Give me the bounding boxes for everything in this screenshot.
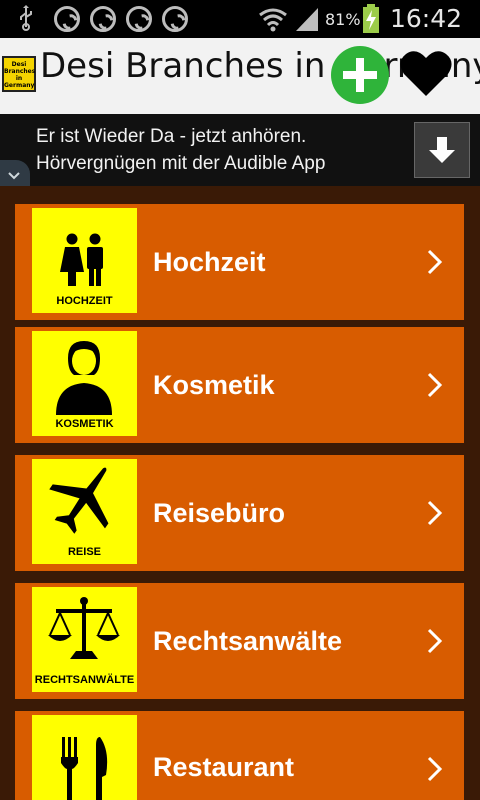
category-item-reisebuero[interactable]: REISE Reisebüro xyxy=(15,455,464,571)
category-tile xyxy=(32,715,137,800)
category-label: Rechtsanwälte xyxy=(153,626,343,656)
signal-icon xyxy=(296,8,318,31)
category-label: Restaurant xyxy=(153,752,295,782)
usb-icon xyxy=(20,5,32,31)
category-tile: KOSMETIK xyxy=(32,331,137,436)
battery-charging-icon xyxy=(363,4,379,33)
add-button[interactable] xyxy=(331,46,389,104)
ad-text-line2: Hörvergnügen mit der Audible App xyxy=(36,153,326,174)
category-tile: REISE xyxy=(32,459,137,564)
ad-collapse-button[interactable] xyxy=(0,160,30,188)
category-item-restaurant[interactable]: Restaurant xyxy=(15,711,464,800)
category-item-hochzeit[interactable]: HOCHZEIT Hochzeit xyxy=(15,204,464,320)
couple-icon xyxy=(60,233,103,286)
shazam-icon xyxy=(90,6,116,32)
category-label: Reisebüro xyxy=(153,498,286,528)
category-tile: HOCHZEIT xyxy=(32,208,137,313)
clock: 16:42 xyxy=(390,4,463,33)
category-label: Hochzeit xyxy=(153,247,266,277)
tile-label: RECHTSANWÄLTE xyxy=(34,674,135,686)
tile-label: HOCHZEIT xyxy=(56,295,113,307)
tile-label: KOSMETIK xyxy=(55,418,114,430)
favorite-button[interactable] xyxy=(400,50,452,98)
chevron-right-icon xyxy=(427,756,443,782)
wifi-icon xyxy=(259,8,287,32)
chevron-right-icon xyxy=(427,249,443,275)
tile-label: REISE xyxy=(67,546,101,558)
battery-percent: 81% xyxy=(325,10,361,29)
category-list[interactable]: HOCHZEIT Hochzeit KOSMETIK Kosmetik REIS… xyxy=(0,186,480,800)
chevron-right-icon xyxy=(427,372,443,398)
shazam-icon xyxy=(126,6,152,32)
heart-icon xyxy=(400,51,452,96)
shazam-icon xyxy=(162,6,188,32)
category-tile: RECHTSANWÄLTE xyxy=(32,587,137,692)
airplane-icon xyxy=(49,467,109,534)
shazam-icon xyxy=(54,6,80,32)
woman-icon xyxy=(56,341,112,415)
ad-banner[interactable]: Er ist Wieder Da - jetzt anhören. Hörver… xyxy=(0,114,480,186)
ad-download-button[interactable] xyxy=(414,122,470,178)
status-bar: 81% 16:42 xyxy=(0,0,480,38)
chevron-down-icon xyxy=(8,172,20,180)
scales-icon xyxy=(48,597,120,659)
app-logo: Desi Branches in Germany xyxy=(2,56,36,92)
plus-icon xyxy=(343,58,377,92)
ad-text-line1: Er ist Wieder Da - jetzt anhören. xyxy=(36,126,307,147)
cutlery-icon xyxy=(61,737,108,800)
category-label: Kosmetik xyxy=(153,370,275,400)
chevron-right-icon xyxy=(427,628,443,654)
category-item-rechtsanwaelte[interactable]: RECHTSANWÄLTE Rechtsanwälte xyxy=(15,583,464,699)
category-item-kosmetik[interactable]: KOSMETIK Kosmetik xyxy=(15,327,464,443)
chevron-right-icon xyxy=(427,500,443,526)
download-arrow-icon xyxy=(429,137,455,163)
